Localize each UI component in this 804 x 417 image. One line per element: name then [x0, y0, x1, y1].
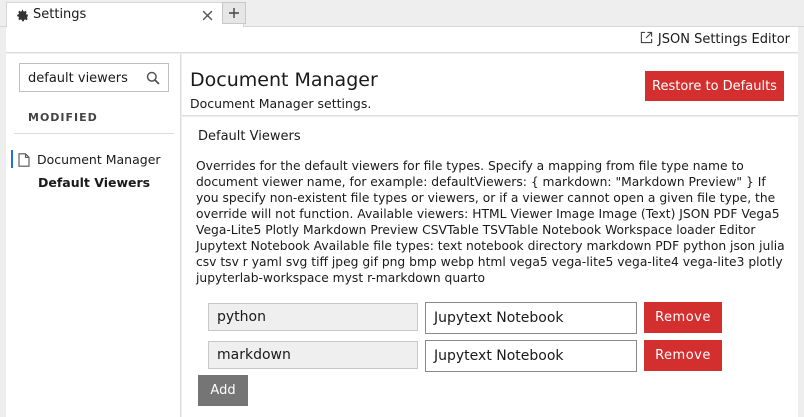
tab-bar: Settings	[0, 0, 804, 27]
search-icon[interactable]	[146, 70, 162, 86]
remove-button[interactable]: Remove	[644, 340, 722, 371]
tab-label: Settings	[33, 7, 87, 22]
new-tab-button[interactable]	[222, 2, 246, 24]
file-icon	[18, 152, 30, 167]
json-settings-editor-label: JSON Settings Editor	[657, 32, 790, 47]
search-input[interactable]	[28, 69, 144, 87]
settings-toolbar: JSON Settings Editor	[6, 27, 798, 53]
add-button[interactable]: Add	[198, 375, 248, 406]
sidebar-field-default-viewers[interactable]: Default Viewers	[38, 175, 150, 190]
search-box	[19, 63, 169, 92]
modified-section-label: MODIFIED	[28, 111, 98, 124]
gear-icon	[15, 7, 29, 23]
mapping-key-field[interactable]: markdown	[208, 341, 418, 369]
tab-settings[interactable]: Settings	[6, 2, 244, 27]
page-title: Document Manager	[190, 69, 378, 91]
external-link-icon	[640, 31, 653, 48]
sidebar-item-document-manager[interactable]: Document Manager	[11, 150, 176, 170]
sidebar-item-label: Document Manager	[37, 152, 161, 167]
page-subtitle: Document Manager settings.	[190, 96, 372, 111]
active-indicator	[11, 150, 13, 168]
settings-form: Default Viewers Overrides for the defaul…	[182, 117, 798, 417]
json-settings-editor-button[interactable]: JSON Settings Editor	[640, 31, 790, 48]
divider	[14, 133, 174, 134]
mapping-value-field[interactable]: Jupytext Notebook	[425, 340, 637, 372]
field-title: Default Viewers	[198, 129, 301, 144]
plus-icon	[229, 8, 239, 18]
close-icon[interactable]	[197, 5, 217, 25]
remove-button[interactable]: Remove	[644, 302, 722, 333]
mapping-key-field[interactable]: python	[208, 303, 418, 331]
restore-defaults-button[interactable]: Restore to Defaults	[645, 71, 784, 101]
settings-sidebar: MODIFIED Document Manager Default Viewer…	[6, 54, 181, 417]
plugin-header: Document Manager Document Manager settin…	[182, 54, 798, 116]
mapping-value-field[interactable]: Jupytext Notebook	[425, 302, 637, 334]
field-description: Overrides for the default viewers for fi…	[196, 159, 785, 285]
